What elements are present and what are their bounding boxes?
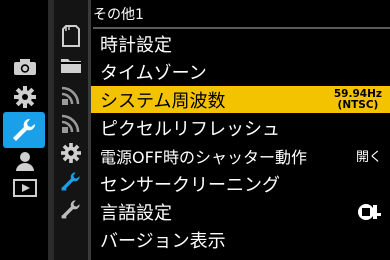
subtab-column	[54, 0, 88, 260]
camera-icon	[14, 59, 36, 75]
menu-item-shutter-at-power-off[interactable]: 電源OFF時のシャッター動作 開く	[91, 142, 390, 169]
menu-item-label: センサークリーニング	[100, 174, 280, 196]
subtab-wireless[interactable]	[57, 82, 85, 108]
folder-icon	[61, 59, 81, 73]
wrench-1-icon	[61, 172, 80, 191]
wrench-icon	[13, 118, 36, 141]
menu-item-system-frequency[interactable]: システム周波数 59.94Hz (NTSC)	[91, 86, 390, 113]
menu-item-label: 電源OFF時のシャッター動作	[100, 147, 308, 167]
subtab-folder[interactable]	[57, 52, 85, 78]
menu-item-clock-set[interactable]: 時計設定	[91, 30, 390, 57]
gear-icon	[61, 143, 81, 163]
category-column	[0, 0, 48, 260]
menu-item-label: バージョン表示	[100, 230, 226, 252]
subtab-setup-other-2[interactable]	[57, 196, 85, 222]
menu-item-label: ピクセルリフレッシュ	[100, 118, 280, 140]
subtab-setup-other-1[interactable]	[57, 168, 85, 194]
subtab-custom[interactable]	[57, 140, 85, 166]
frequency-standard: (NTSC)	[337, 98, 379, 111]
menu-item-language[interactable]: 言語設定	[91, 198, 390, 225]
gear-icon	[14, 86, 36, 108]
category-setup[interactable]	[3, 112, 45, 148]
person-icon	[16, 152, 34, 171]
menu-item-label: 言語設定	[100, 202, 172, 224]
language-icon	[358, 203, 381, 220]
settings-screen: その他1 時計設定 タイムゾーン システム周波数 59.94Hz (NTSC) …	[0, 0, 390, 260]
category-playback[interactable]	[8, 175, 42, 201]
wireless-bluetooth-icon	[61, 114, 80, 133]
wrench-2-icon	[61, 200, 80, 219]
category-photo[interactable]	[8, 54, 42, 80]
subtab-wireless-bluetooth[interactable]	[57, 110, 85, 136]
playback-icon	[13, 179, 37, 197]
category-custom[interactable]	[8, 84, 42, 110]
wireless-icon	[61, 86, 80, 105]
menu-item-version-display[interactable]: バージョン表示	[91, 226, 390, 253]
menu-item-sensor-cleaning[interactable]: センサークリーニング	[91, 170, 390, 197]
header-underline	[93, 27, 390, 29]
menu-item-pixel-refresh[interactable]: ピクセルリフレッシュ	[91, 114, 390, 141]
card-icon	[62, 25, 80, 47]
menu-item-time-zone[interactable]: タイムゾーン	[91, 58, 390, 85]
subtab-card[interactable]	[57, 23, 85, 49]
menu-item-label: 時計設定	[100, 34, 172, 56]
page-title: その他1	[93, 7, 144, 23]
menu-item-label: タイムゾーン	[100, 62, 207, 84]
menu-item-value	[356, 198, 382, 225]
menu-item-value: 開く	[355, 150, 382, 165]
category-my-menu[interactable]	[8, 148, 42, 174]
menu-item-label: システム周波数	[100, 90, 226, 112]
frequency-value: 59.94Hz	[333, 87, 382, 100]
menu-item-value: 59.94Hz (NTSC)	[334, 86, 382, 113]
